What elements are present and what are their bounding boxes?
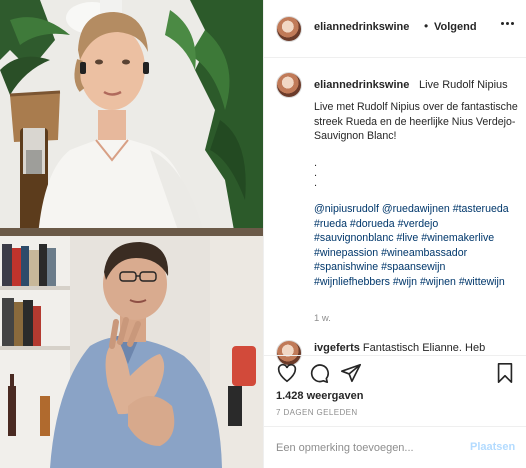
comment-text: Fantastisch Elianne. Heb — [362, 342, 486, 354]
author-avatar[interactable] — [276, 16, 302, 42]
comment-divider — [264, 426, 526, 427]
live-video-media[interactable] — [0, 0, 263, 468]
more-horizontal-icon[interactable] — [500, 20, 516, 30]
caption-timestamp[interactable]: 1 w. — [314, 313, 331, 324]
post-comment-button[interactable]: Plaatsen — [470, 441, 515, 453]
bookmark-icon[interactable] — [494, 362, 516, 384]
comment-icon[interactable] — [308, 362, 330, 384]
comment-row: ivgeferts Fantastisch Elianne. Heb — [314, 342, 519, 354]
following-button[interactable]: Volgend — [434, 21, 477, 33]
guest-video-frame — [0, 236, 263, 468]
post-header: eliannedrinkswine • Volgend — [264, 0, 526, 58]
share-icon[interactable] — [340, 362, 362, 384]
header-separator: • — [424, 19, 429, 33]
add-comment-input[interactable] — [276, 440, 456, 456]
heart-icon[interactable] — [276, 362, 298, 384]
caption-avatar[interactable] — [276, 72, 302, 98]
commenter-username[interactable]: ivgeferts — [314, 342, 360, 354]
view-count[interactable]: 1.428 weergaven — [276, 390, 363, 402]
caption-dots: . . . — [314, 157, 318, 189]
guest-video-feed — [0, 236, 263, 468]
author-username[interactable]: eliannedrinkswine — [314, 21, 409, 33]
host-video-frame — [0, 0, 263, 236]
host-video-feed — [0, 0, 263, 236]
caption-hashtags[interactable]: @nipiusrudolf @ruedawijnen #tasterueda #… — [314, 202, 519, 290]
post-side-panel: eliannedrinkswine • Volgend eliannedrink… — [263, 0, 526, 468]
actions-divider — [264, 355, 526, 356]
caption-title: Live Rudolf Nipius — [419, 79, 508, 91]
caption-username[interactable]: eliannedrinkswine — [314, 79, 409, 91]
caption-text: Live met Rudolf Nipius over de fantastis… — [314, 101, 518, 143]
post-date[interactable]: 7 DAGEN GELEDEN — [276, 408, 358, 417]
